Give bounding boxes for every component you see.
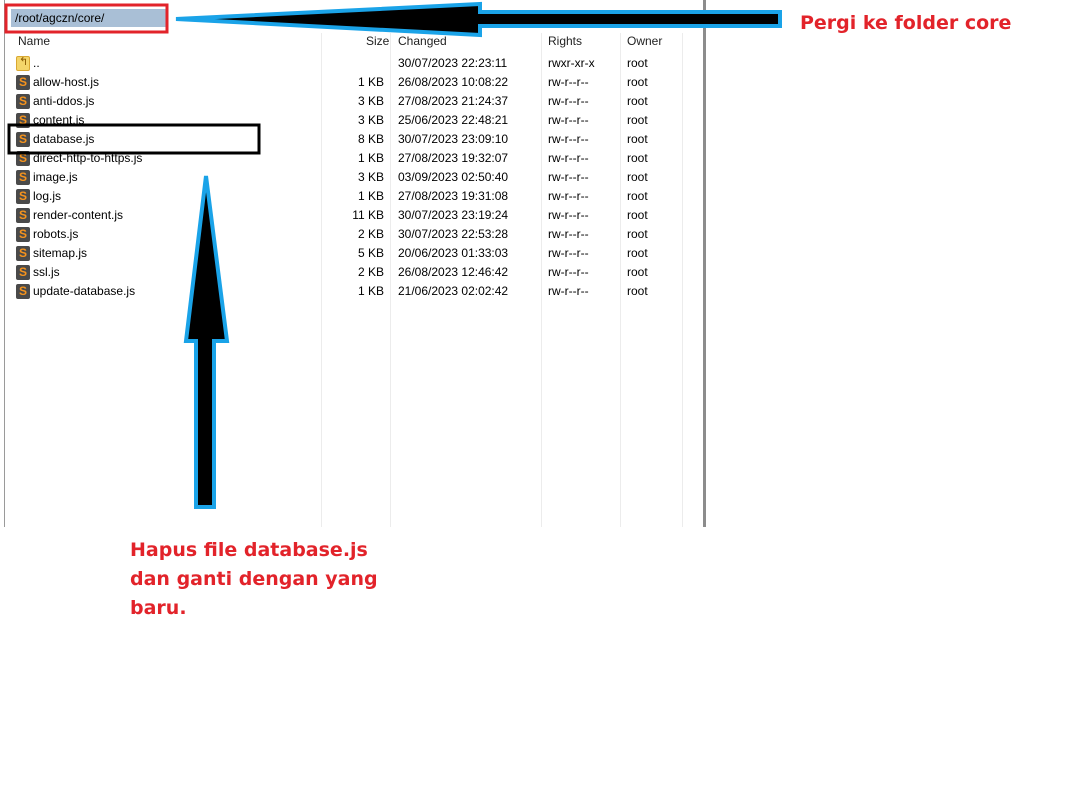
annotation-line: Hapus file database.js [130,539,368,561]
arrow-to-database-icon [183,175,230,509]
annotation-line: dan ganti dengan yang [130,568,378,590]
path-highlight-box [4,3,169,34]
annotation-delete-database: Hapus file database.js dan ganti dengan … [130,536,378,623]
annotation-line: baru. [130,597,187,619]
annotation-overlay [4,1,782,509]
arrow-to-path-icon [175,1,782,38]
annotation-goto-core: Pergi ke folder core [800,12,1012,34]
database-highlight-box [7,123,261,155]
